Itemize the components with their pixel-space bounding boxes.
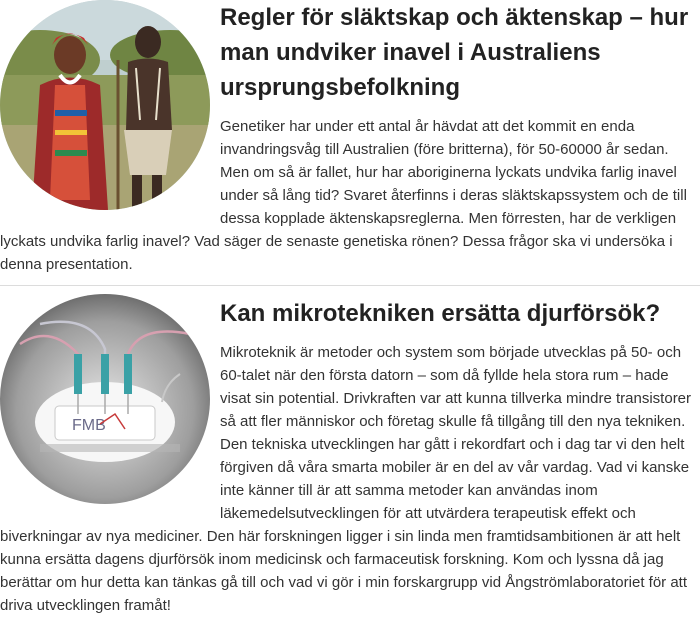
microchip-photo: FMB [0, 294, 210, 504]
article-image-microchip[interactable]: FMB [0, 294, 210, 504]
people-photo [0, 0, 210, 210]
article-image-people[interactable] [0, 0, 210, 210]
chip-label: FMB [72, 417, 106, 434]
article-microtech: FMB Kan mikrotekniken ersätta djurförsök… [0, 286, 700, 614]
article-kinship: Regler för släktskap och äktenskap – hur… [0, 0, 700, 285]
